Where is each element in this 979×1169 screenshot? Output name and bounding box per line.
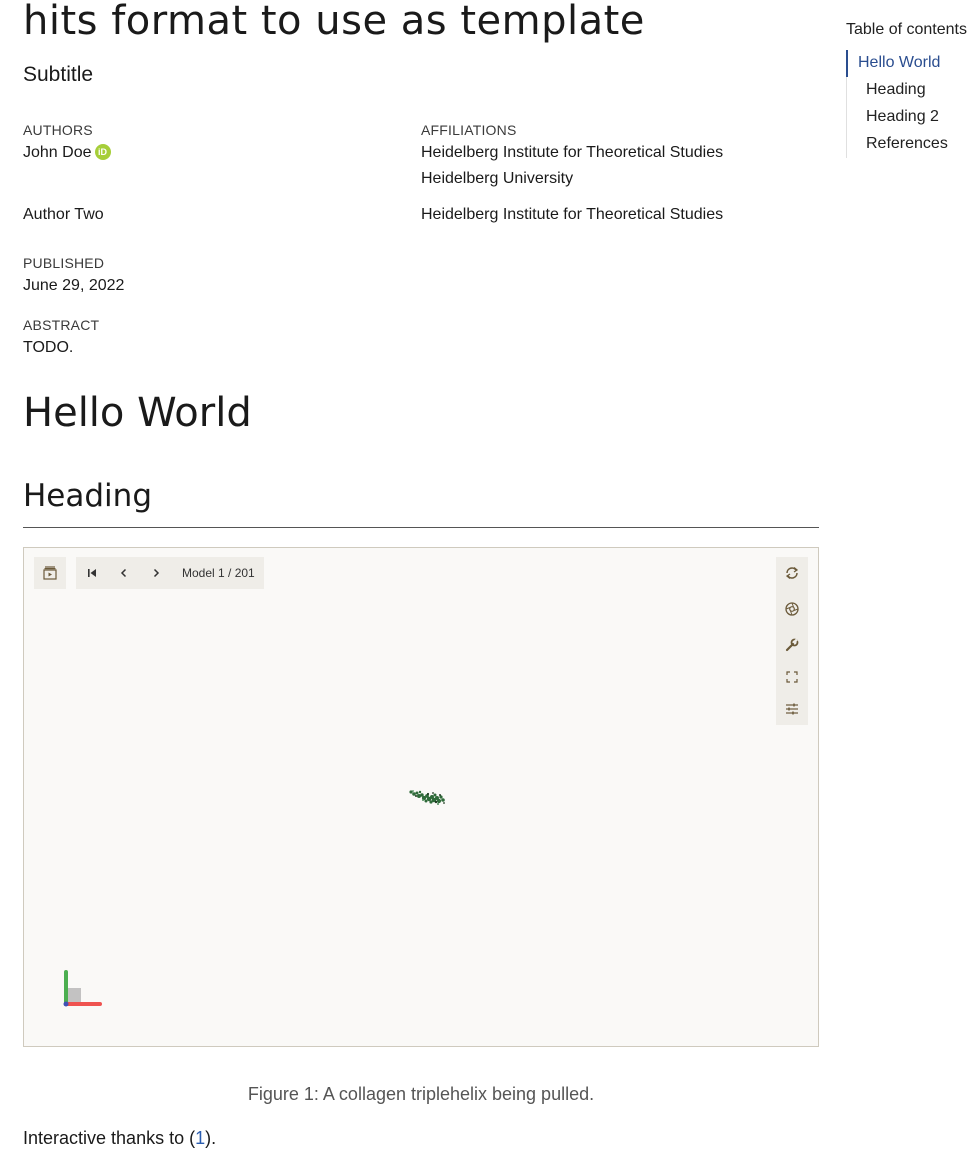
author-name: John Doe iD bbox=[23, 144, 111, 162]
toc-item-references[interactable]: References bbox=[866, 135, 948, 153]
section-heading-hello-world: Hello World bbox=[23, 390, 252, 436]
affiliations-label: AFFILIATIONS bbox=[421, 122, 517, 138]
first-model-icon[interactable] bbox=[78, 557, 106, 589]
toc-item-heading-2[interactable]: Heading 2 bbox=[866, 108, 939, 126]
toc-active-indicator bbox=[846, 50, 848, 77]
figure-caption: Figure 1: A collagen triplehelix being p… bbox=[247, 1084, 595, 1104]
paragraph-text: ). bbox=[205, 1128, 217, 1148]
author-affiliation: Heidelberg Institute for Theoretical Stu… bbox=[421, 144, 724, 161]
author-affiliation: Heidelberg University bbox=[421, 170, 574, 187]
screenshot-icon[interactable] bbox=[776, 593, 808, 625]
author-affiliation: Heidelberg Institute for Theoretical Stu… bbox=[421, 206, 724, 223]
viewer-toolbar bbox=[776, 557, 808, 725]
article-page: hits format to use as template Subtitle … bbox=[0, 0, 979, 1169]
author-name-text: John Doe bbox=[23, 144, 92, 161]
toc-item-hello-world[interactable]: Hello World bbox=[858, 54, 940, 72]
body-paragraph: Interactive thanks to (1). bbox=[23, 1128, 216, 1149]
author-name: Author Two bbox=[23, 206, 104, 223]
reset-icon[interactable] bbox=[776, 557, 808, 589]
published-label: PUBLISHED bbox=[23, 255, 105, 271]
toc-item-heading[interactable]: Heading bbox=[866, 81, 926, 99]
paragraph-text: Interactive thanks to ( bbox=[23, 1128, 196, 1148]
abstract-label: ABSTRACT bbox=[23, 317, 100, 333]
document-title: hits format to use as template bbox=[23, 0, 645, 44]
next-icon[interactable] bbox=[142, 557, 170, 589]
orcid-icon[interactable]: iD bbox=[94, 144, 111, 160]
model-navigation-bar: Model 1 / 201 bbox=[76, 557, 264, 589]
fullscreen-icon[interactable] bbox=[776, 661, 808, 693]
model-counter: Model 1 / 201 bbox=[182, 566, 255, 580]
settings-icon[interactable] bbox=[776, 693, 808, 725]
molecule-viewer[interactable]: Model 1 / 201 bbox=[23, 547, 819, 1047]
authors-label: AUTHORS bbox=[23, 122, 93, 138]
axes-gizmo bbox=[63, 970, 102, 1007]
abstract-text: TODO. bbox=[23, 339, 74, 356]
wrench-icon[interactable] bbox=[776, 629, 808, 661]
document-subtitle: Subtitle bbox=[23, 63, 94, 86]
toc-title: Table of contents bbox=[846, 21, 967, 38]
previous-icon[interactable] bbox=[110, 557, 138, 589]
molecule-render[interactable] bbox=[407, 786, 449, 810]
published-date: June 29, 2022 bbox=[23, 277, 125, 294]
heading-divider bbox=[23, 527, 819, 528]
citation-link[interactable]: 1 bbox=[195, 1128, 205, 1148]
section-heading: Heading bbox=[23, 478, 152, 514]
animation-icon[interactable] bbox=[34, 557, 66, 589]
